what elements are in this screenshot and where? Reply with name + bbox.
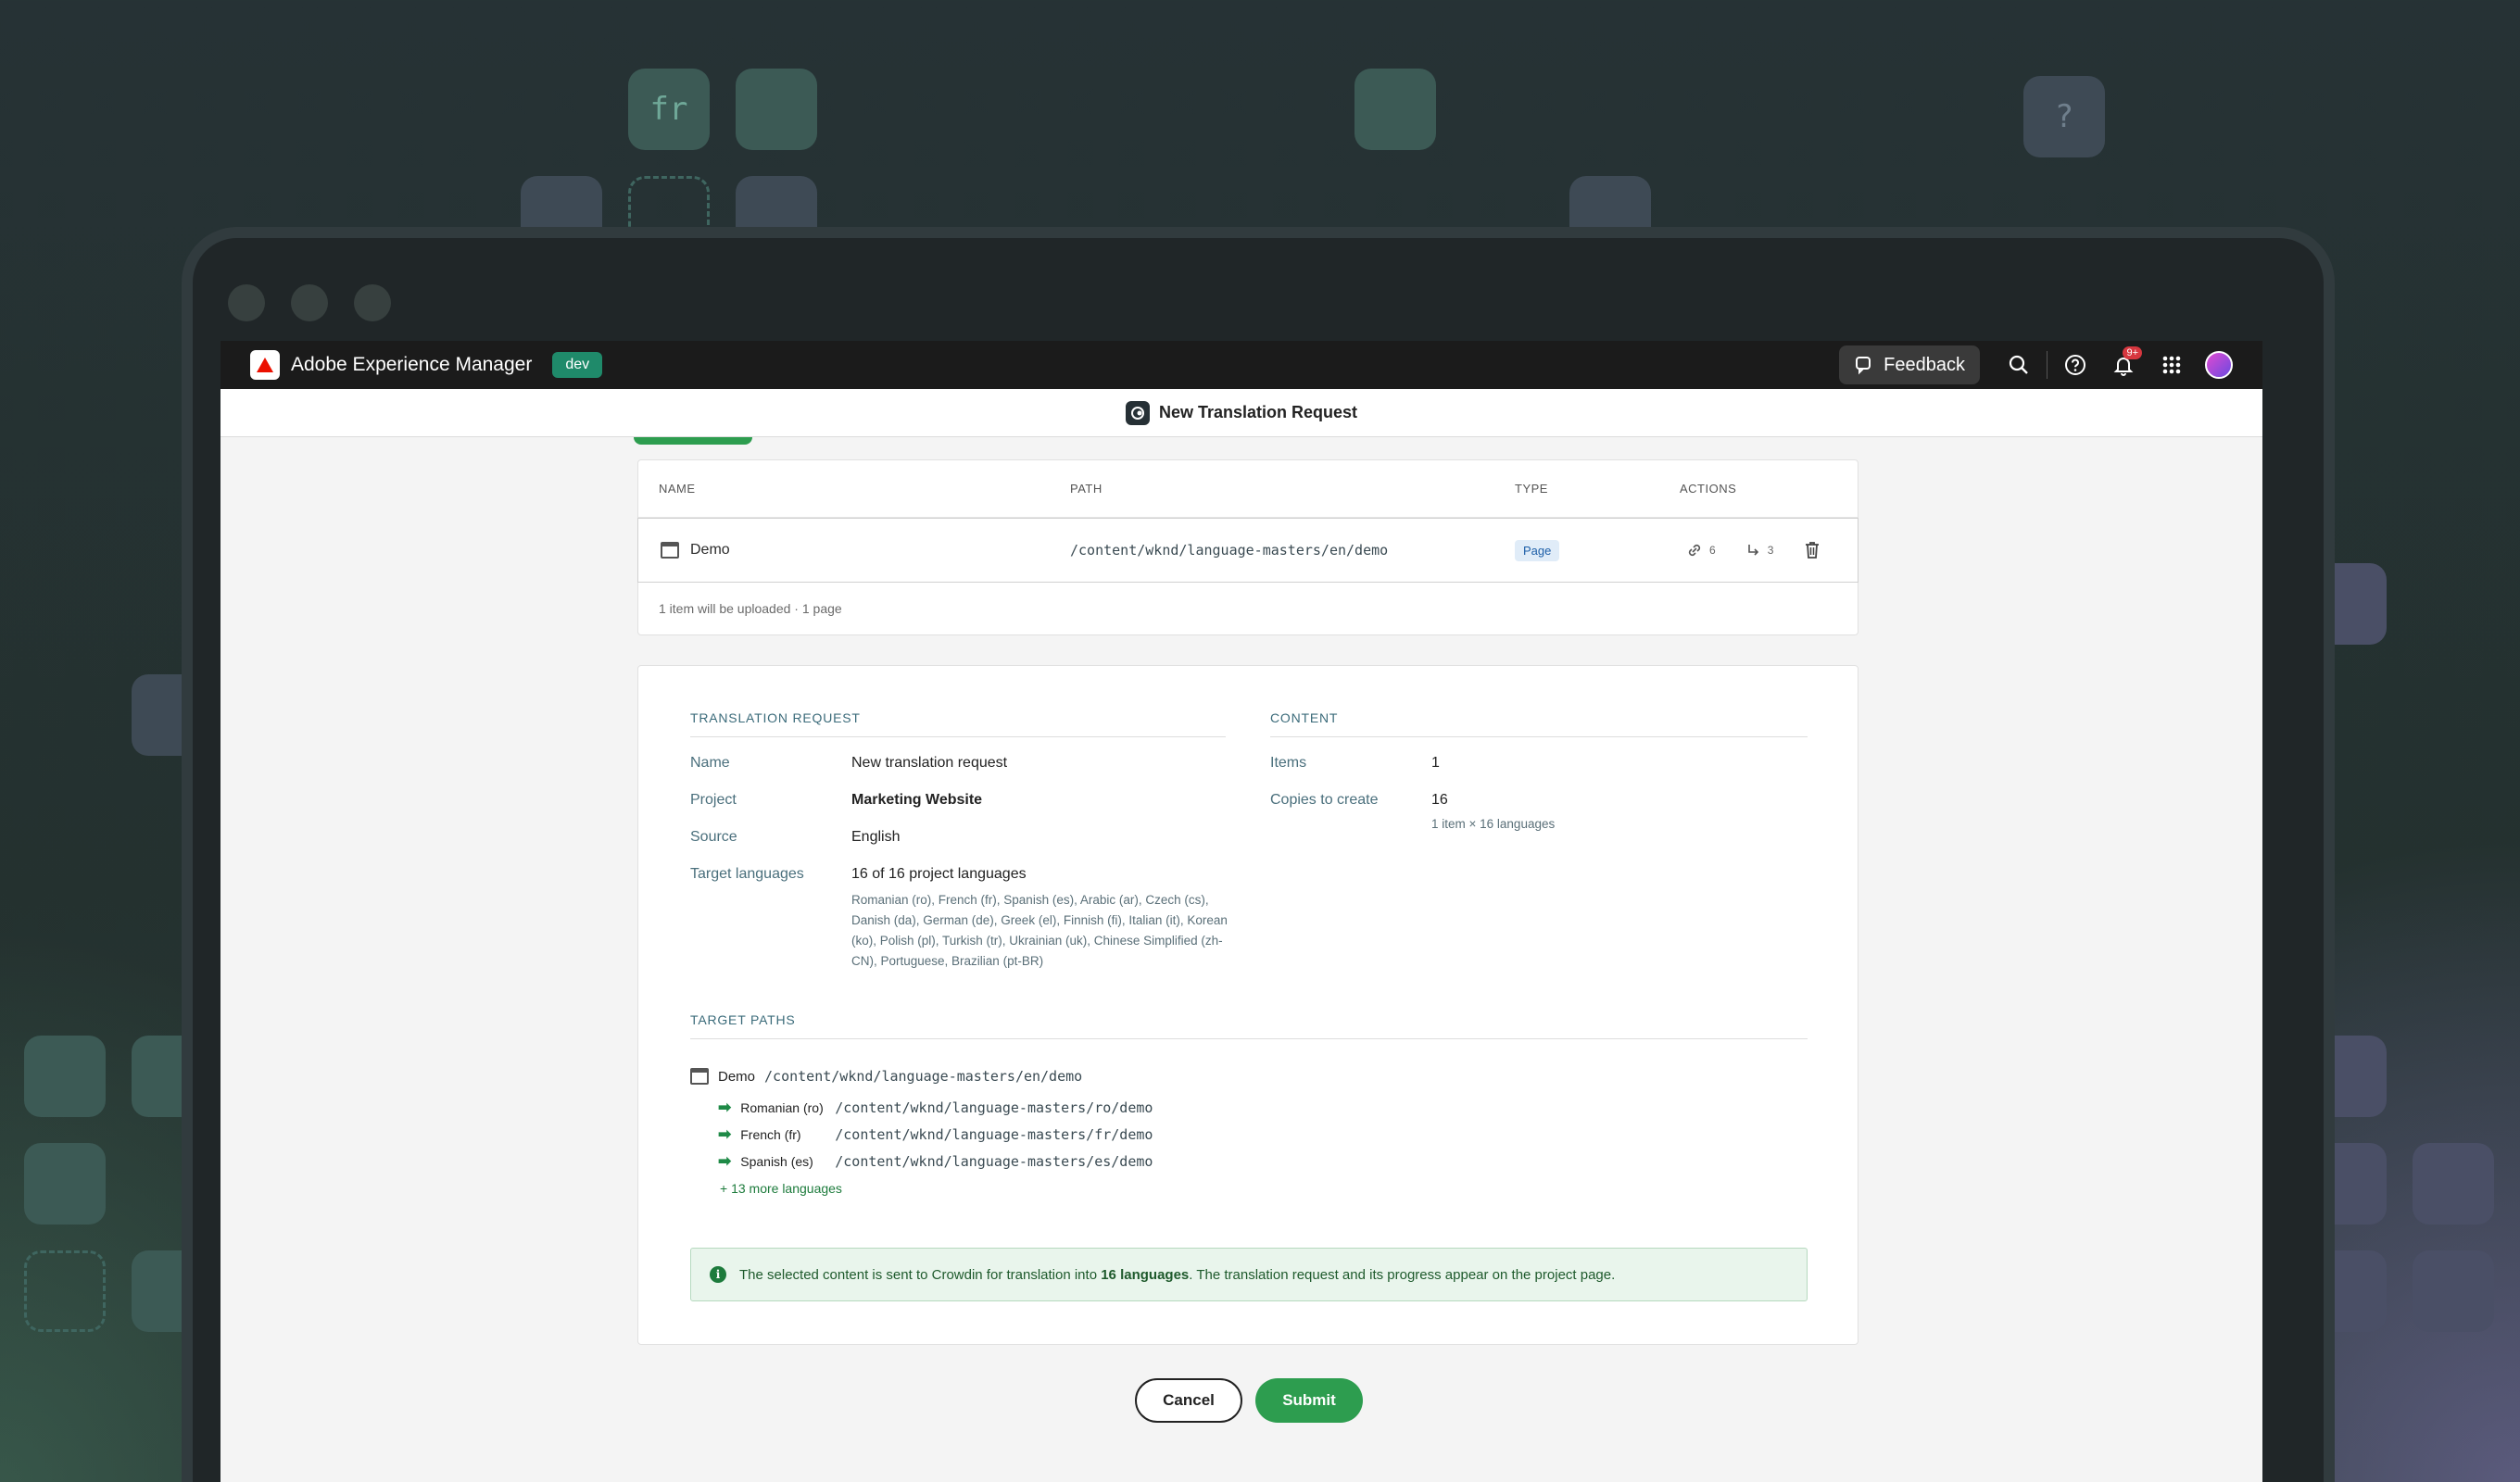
page-icon (661, 542, 679, 559)
source-path-row: Demo /content/wknd/language-masters/en/d… (690, 1068, 1082, 1085)
summary-card: TRANSLATION REQUEST CONTENT Name New tra… (637, 665, 1858, 1345)
row-path: /content/wknd/language-masters/en/demo (1070, 542, 1389, 559)
info-text: The selected content is sent to Crowdin … (739, 1266, 1616, 1283)
copies-label: Copies to create (1270, 792, 1379, 808)
target-path: /content/wknd/language-masters/es/demo (835, 1153, 1153, 1170)
references-action[interactable]: 3 (1745, 542, 1774, 559)
target-lang: French (fr) (740, 1127, 801, 1142)
bg-tile (2413, 1250, 2494, 1332)
project-label: Project (690, 792, 737, 808)
references-count: 3 (1767, 544, 1774, 557)
window-dot (291, 284, 328, 321)
environment-badge: dev (552, 352, 603, 378)
target-paths-heading: TARGET PATHS (690, 1012, 1808, 1039)
source-path: /content/wknd/language-masters/en/demo (764, 1068, 1083, 1085)
notifications-button[interactable]: 9+ (2099, 345, 2148, 385)
target-path-row: ➡ Romanian (ro) /content/wknd/language-m… (718, 1099, 1153, 1117)
bg-tile (2413, 1143, 2494, 1225)
links-action[interactable]: 6 (1685, 541, 1716, 559)
source-name: Demo (718, 1068, 756, 1085)
feedback-button[interactable]: Feedback (1839, 345, 1980, 384)
table-header: NAME PATH TYPE ACTIONS (638, 460, 1858, 518)
source-value: English (851, 829, 901, 845)
copies-value: 16 (1431, 792, 1448, 808)
scrolled-button-edge[interactable] (634, 437, 752, 445)
bg-tile (24, 1036, 106, 1117)
notification-count-badge: 9+ (2123, 346, 2142, 359)
cancel-button[interactable]: Cancel (1135, 1378, 1242, 1423)
target-path-row: ➡ French (fr) /content/wknd/language-mas… (718, 1125, 1153, 1144)
tile-fr: fr (628, 69, 710, 150)
name-value: New translation request (851, 755, 1008, 771)
source-label: Source (690, 829, 737, 845)
more-languages-link[interactable]: + 13 more languages (720, 1181, 842, 1196)
info-icon: i (710, 1266, 726, 1283)
submit-button[interactable]: Submit (1255, 1378, 1363, 1423)
table-footer: 1 item will be uploaded · 1 page (659, 601, 842, 616)
target-languages-value: 16 of 16 project languages (851, 866, 1027, 882)
target-path: /content/wknd/language-masters/fr/demo (835, 1126, 1153, 1143)
column-header-name[interactable]: NAME (659, 482, 696, 496)
feedback-label: Feedback (1884, 354, 1965, 375)
link-icon (1688, 544, 1701, 557)
aem-app-window: Adobe Experience Manager dev Feedback 9+ (220, 341, 2262, 1482)
top-bar: Adobe Experience Manager dev Feedback 9+ (220, 341, 2262, 389)
row-name: Demo (690, 542, 730, 558)
help-icon (2065, 355, 2085, 375)
copies-sub: 1 item × 16 languages (1431, 817, 1556, 831)
translation-request-heading: TRANSLATION REQUEST (690, 710, 1226, 737)
table-row[interactable]: Demo /content/wknd/language-masters/en/d… (637, 518, 1858, 583)
column-header-path[interactable]: PATH (1070, 482, 1102, 496)
user-avatar[interactable] (2205, 351, 2233, 379)
bg-tile-dashed (24, 1250, 106, 1332)
crowdin-icon (1125, 400, 1150, 425)
arrow-right-icon: ➡ (718, 1152, 732, 1170)
links-count: 6 (1709, 544, 1716, 557)
adobe-logo-icon[interactable] (250, 350, 280, 380)
arrow-right-icon: ➡ (718, 1099, 732, 1116)
info-message: i The selected content is sent to Crowdi… (690, 1248, 1808, 1301)
search-icon (2009, 355, 2028, 374)
name-label: Name (690, 755, 730, 771)
target-languages-list: Romanian (ro), French (fr), Spanish (es)… (851, 893, 1228, 968)
content-heading: CONTENT (1270, 710, 1808, 737)
items-table: NAME PATH TYPE ACTIONS Demo /content/wkn… (637, 459, 1858, 635)
dialog-header: New Translation Request (220, 389, 2262, 437)
target-path: /content/wknd/language-masters/ro/demo (835, 1099, 1153, 1116)
items-label: Items (1270, 755, 1307, 771)
page-icon (690, 1068, 709, 1085)
reference-arrow-icon (1747, 545, 1758, 556)
feedback-icon (1856, 357, 1871, 375)
window-dot (228, 284, 265, 321)
delete-trash-icon[interactable] (1803, 540, 1821, 560)
search-button[interactable] (1995, 345, 2043, 385)
target-lang: Spanish (es) (740, 1154, 813, 1169)
column-header-type[interactable]: TYPE (1515, 482, 1548, 496)
items-value: 1 (1431, 755, 1440, 771)
target-lang: Romanian (ro) (740, 1100, 824, 1115)
tile-question: ? (2023, 76, 2105, 157)
help-button[interactable] (2051, 345, 2099, 385)
target-path-row: ➡ Spanish (es) /content/wknd/language-ma… (718, 1152, 1153, 1171)
bg-tile (1354, 69, 1436, 150)
app-grid-icon (2162, 356, 2181, 374)
window-dot (354, 284, 391, 321)
dialog-title: New Translation Request (1158, 403, 1358, 421)
bg-tile (736, 69, 817, 150)
target-languages-label: Target languages (690, 866, 804, 882)
apps-button[interactable] (2148, 345, 2196, 385)
column-header-actions: ACTIONS (1680, 482, 1737, 496)
arrow-right-icon: ➡ (718, 1125, 732, 1143)
bg-tile (24, 1143, 106, 1225)
project-value: Marketing Website (851, 792, 983, 808)
toolbar-divider (2047, 351, 2048, 379)
app-title[interactable]: Adobe Experience Manager (291, 354, 532, 376)
row-type-badge: Page (1515, 539, 1560, 561)
